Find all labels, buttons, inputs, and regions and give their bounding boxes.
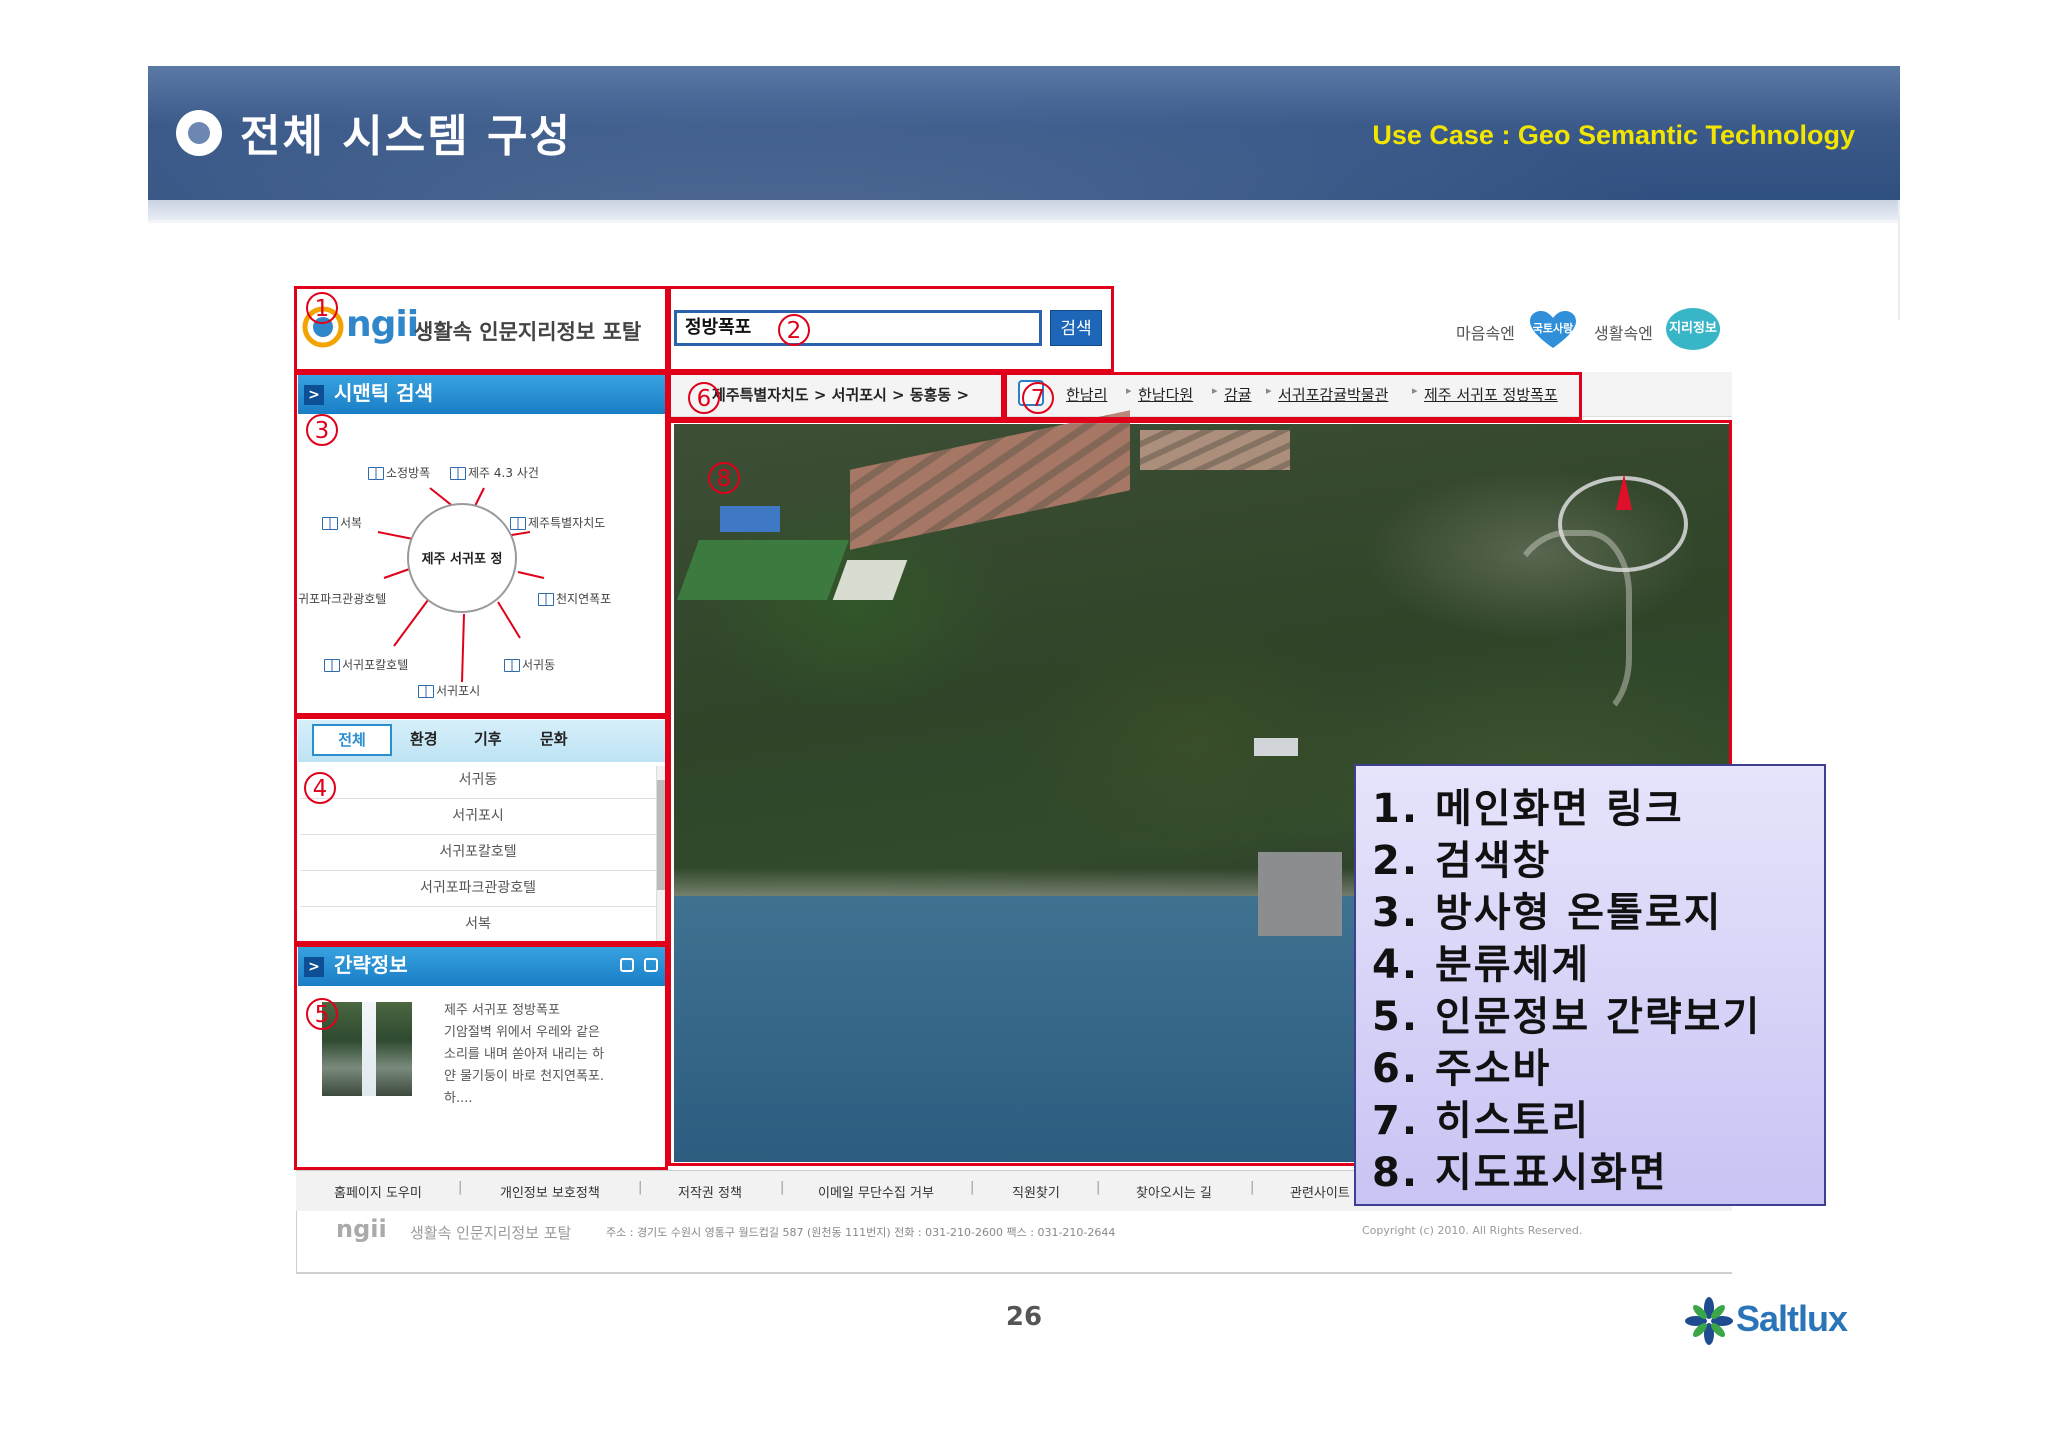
footer-link[interactable]: 이메일 무단수집 거부 [818,1182,934,1201]
legend-item: 4. 분류체계 [1372,942,1591,988]
saltlux-star-icon [1685,1297,1733,1345]
footer-link[interactable]: 직원찾기 [1012,1182,1060,1201]
slogan-right: 생활속엔 [1594,324,1653,343]
highlight-box-2 [668,286,1114,372]
footer-link[interactable]: 관련사이트 [1290,1182,1350,1201]
footer-separator: | [780,1180,785,1195]
legend-item: 2. 검색창 [1372,838,1552,884]
footer-portal-name: 생활속 인문지리정보 포탈 [410,1224,572,1242]
highlight-box-4 [294,716,668,944]
footer-separator: | [970,1180,975,1195]
saltlux-logo-text: Saltlux [1736,1298,1848,1339]
footer-separator: | [458,1180,463,1195]
slide-edge-line [1898,200,1900,320]
marker-1: 1 [306,292,338,324]
page-number: 26 [1005,1302,1043,1332]
legend-item: 3. 방사형 온톨로지 [1372,890,1723,936]
marker-8: 8 [708,462,740,494]
footer-address: 주소 : 경기도 수원시 영통구 월드컵길 587 (원천동 111번지) 전화… [606,1226,1116,1239]
highlight-box-7 [1004,372,1582,420]
highlight-box-3 [294,372,668,716]
footer-link[interactable]: 찾아오시는 길 [1136,1182,1212,1201]
highlight-box-5 [294,944,668,1170]
slide-title: 전체 시스템 구성 [240,111,572,162]
legend-item: 7. 히스토리 [1372,1098,1591,1144]
footer-link[interactable]: 홈페이지 도우미 [334,1182,422,1201]
title-bullet-icon [176,110,222,156]
heart-badge-icon[interactable]: 국토사랑 [1528,310,1578,350]
legend-item: 8. 지도표시화면 [1372,1150,1668,1196]
marker-6: 6 [688,382,720,414]
legend-item: 5. 인문정보 간략보기 [1372,994,1762,1040]
screenshot-bottom-border [296,1272,1732,1274]
footer-link[interactable]: 개인정보 보호정책 [500,1182,600,1201]
footer-link[interactable]: 저작권 정책 [678,1182,742,1201]
slogan-left: 마음속엔 [1456,324,1515,343]
slide-subtitle: Use Case : Geo Semantic Technology [1372,120,1855,150]
legend-item: 6. 주소바 [1372,1046,1552,1092]
legend-item: 1. 메인화면 링크 [1372,786,1684,832]
footer-separator: | [638,1180,643,1195]
info-bubble-badge[interactable]: 지리정보 [1666,308,1720,350]
header-divider [148,220,1900,223]
heart-badge-label: 국토사랑 [1533,321,1573,335]
highlight-box-1 [294,286,668,372]
marker-7: 7 [1022,382,1054,414]
header-strip [148,200,1900,220]
footer-separator: | [1096,1180,1101,1195]
marker-2: 2 [778,314,810,346]
footer-logo: ngii [336,1215,387,1243]
footer-separator: | [1250,1180,1255,1195]
marker-4: 4 [304,772,336,804]
marker-5: 5 [306,998,338,1030]
footer-copyright: Copyright (c) 2010. All Rights Reserved. [1362,1224,1583,1237]
marker-3: 3 [306,414,338,446]
